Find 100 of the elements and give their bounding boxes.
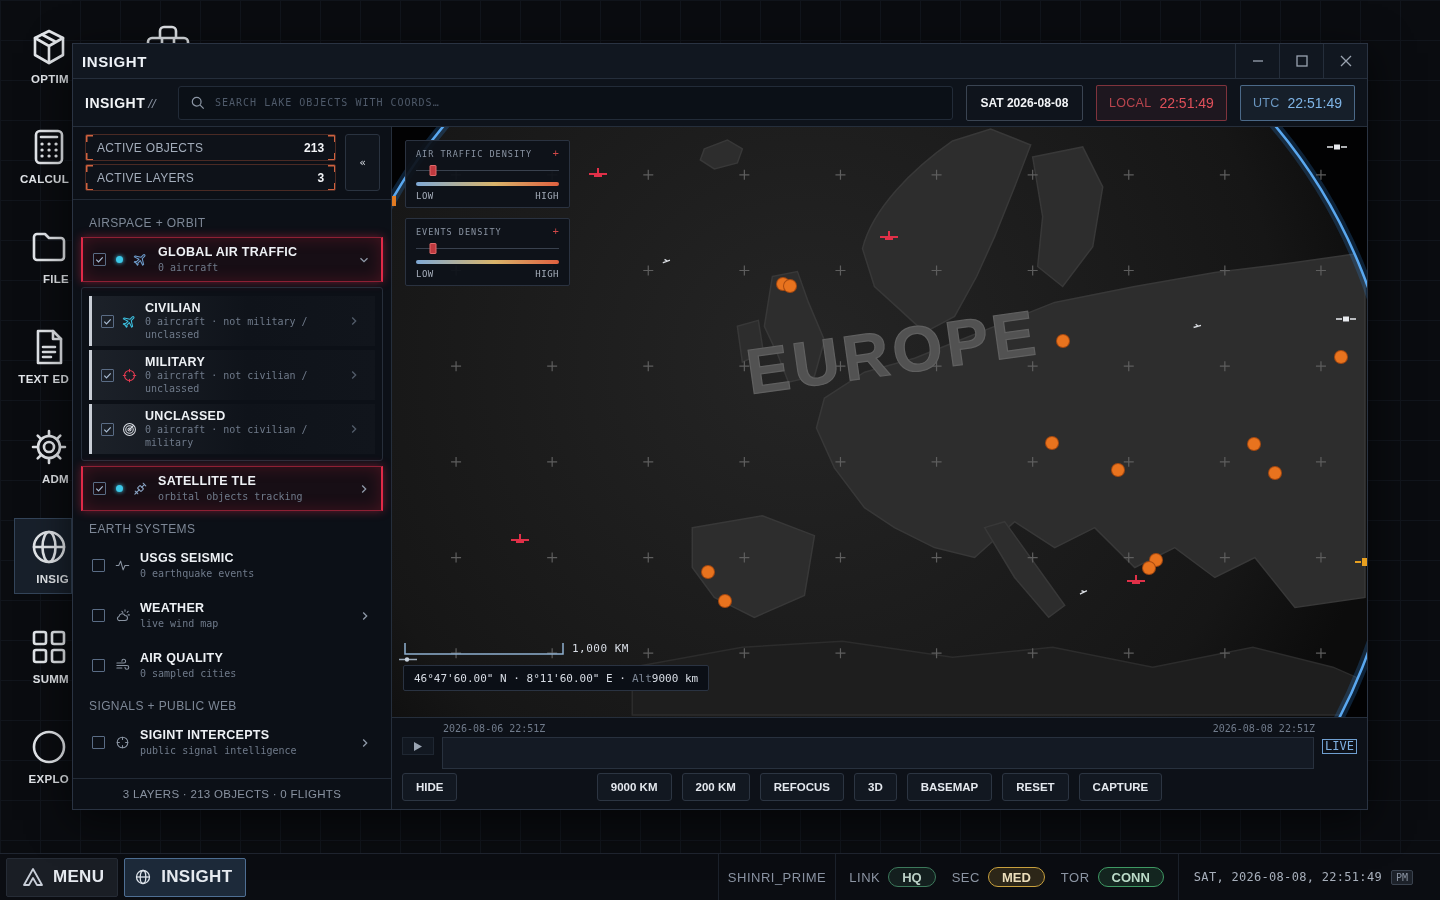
checkbox[interactable] [92, 609, 105, 622]
chevron-right-icon[interactable] [349, 424, 359, 434]
checkbox[interactable] [93, 253, 106, 266]
checkbox[interactable] [101, 314, 114, 328]
timeline-track[interactable] [442, 737, 1315, 769]
desktop-shortcut[interactable]: SUMM [14, 618, 72, 694]
chevron-right-icon[interactable] [360, 737, 370, 748]
basemap-button[interactable]: BASEMAP [906, 773, 993, 801]
logo-icon [23, 868, 43, 886]
capture-button[interactable]: CAPTURE [1078, 773, 1163, 801]
event-marker-icon[interactable] [1150, 554, 1162, 566]
aircraft-icon[interactable] [1192, 321, 1202, 329]
plus-button[interactable]: + [552, 148, 559, 159]
checkbox[interactable] [101, 368, 114, 382]
event-marker-icon[interactable] [1046, 437, 1058, 449]
airplane-icon[interactable] [1126, 574, 1146, 584]
meridiem-badge: PM [1390, 869, 1413, 885]
airplane-icon[interactable] [588, 167, 608, 177]
slider-thumb[interactable] [429, 165, 437, 176]
search-field[interactable]: SEARCH LAKE OBJECTS WITH COORDS… [178, 85, 953, 120]
desktop-shortcut[interactable]: INSIG [14, 518, 72, 594]
layer-row[interactable]: AIR QUALITY 0 sampled cities [81, 643, 383, 688]
edge-marker-icon[interactable] [1355, 558, 1367, 566]
layer-subtitle: live wind map [140, 617, 219, 631]
satellite-icon [133, 481, 148, 496]
layer-row[interactable]: GLOBAL AIR TRAFFIC 0 aircraft [81, 237, 383, 282]
chevron-right-icon[interactable] [349, 316, 359, 326]
aircraft-icon[interactable] [661, 256, 671, 264]
checkbox[interactable] [92, 659, 105, 672]
event-marker-icon[interactable] [702, 566, 714, 578]
scale-label: 1,000 KM [572, 642, 629, 655]
altitude-label: Alt [631, 671, 652, 685]
satellite-icon[interactable] [1336, 315, 1356, 323]
event-marker-icon[interactable] [719, 595, 731, 607]
menu-button[interactable]: MENU [6, 857, 119, 897]
desktop-shortcut[interactable]: EXPLO [14, 718, 72, 794]
event-marker-icon[interactable] [784, 280, 796, 292]
event-marker-icon[interactable] [1335, 351, 1347, 363]
airplane-icon[interactable] [510, 533, 530, 543]
checkbox[interactable] [92, 559, 105, 572]
sublayer-row[interactable]: CIVILIAN 0 aircraft · not military / unclassed [89, 296, 375, 346]
region-label: EUROPE [741, 296, 1044, 409]
live-badge[interactable]: LIVE [1322, 739, 1357, 754]
close-icon [1339, 55, 1352, 67]
layer-row[interactable]: WEATHER live wind map [81, 593, 383, 638]
desktop-shortcut[interactable]: FILE [14, 218, 72, 294]
slider-thumb[interactable] [429, 243, 437, 254]
timeline-start-label: 2026-08-06 22:51Z [443, 722, 546, 736]
desktop-shortcut[interactable]: TEXT ED [14, 318, 72, 394]
section-heading: EARTH SYSTEMS [88, 521, 197, 538]
layer-title: MILITARY [145, 355, 206, 370]
altitude-value: 9000 km [651, 671, 699, 685]
layer-title: WEATHER [140, 600, 205, 616]
event-marker-icon[interactable] [1143, 562, 1155, 574]
desktop-shortcut[interactable]: CALCUL [14, 118, 72, 194]
range-button[interactable]: 9000 KM [596, 773, 672, 801]
refocus-button[interactable]: REFOCUS [759, 773, 844, 801]
clock-time: 22:51:49 [1287, 94, 1342, 111]
layer-row[interactable]: USGS SEISMIC 0 earthquake events [81, 543, 383, 588]
hide-button[interactable]: HIDE [402, 773, 458, 801]
layer-title: UNCLASSED [145, 409, 226, 424]
sublayer-row[interactable]: UNCLASSED 0 aircraft · not civilian / military [89, 404, 375, 454]
checkmark-icon [94, 254, 105, 265]
status-pill: HQ [888, 867, 936, 887]
layer-row[interactable]: SATELLITE TLE orbital objects tracking [81, 466, 383, 511]
chevron-right-icon[interactable] [360, 610, 370, 621]
collapse-button[interactable]: « [345, 134, 380, 191]
event-marker-icon[interactable] [1112, 464, 1124, 476]
desktop-shortcut[interactable]: ADM [14, 418, 72, 494]
clock-label: UTC [1252, 95, 1280, 110]
radar-icon [122, 421, 137, 437]
play-button[interactable] [402, 737, 434, 755]
aircraft-icon[interactable] [1078, 587, 1088, 595]
section-heading: SIGNALS + PUBLIC WEB [88, 698, 238, 715]
event-marker-icon[interactable] [1269, 467, 1281, 479]
zoom-handle-icon[interactable] [399, 657, 417, 662]
reset-button[interactable]: RESET [1002, 773, 1069, 801]
edge-marker-icon[interactable] [392, 196, 396, 206]
event-marker-icon[interactable] [1248, 438, 1260, 450]
satellite-icon[interactable] [1327, 143, 1347, 151]
wind-icon [115, 658, 130, 673]
layer-row[interactable]: SIGINT INTERCEPTS public signal intelligence [81, 720, 383, 765]
chevron-right-icon[interactable] [349, 370, 359, 380]
plus-button[interactable]: + [552, 226, 559, 237]
sublayer-row[interactable]: MILITARY 0 aircraft · not civilian / unclassed [89, 350, 375, 400]
view-mode-button[interactable]: 3D [854, 773, 897, 801]
target-icon [115, 735, 130, 750]
layer-subtitle: 0 aircraft · not civilian / military [145, 424, 309, 449]
toolbox-icon[interactable] [145, 25, 191, 44]
taskbar-app-button[interactable]: INSIGHT [124, 857, 247, 897]
layer-subtitle: orbital objects tracking [158, 490, 303, 504]
event-marker-icon[interactable] [1057, 335, 1069, 347]
range-button[interactable]: 200 KM [681, 773, 750, 801]
checkbox[interactable] [92, 736, 105, 749]
desktop-shortcut[interactable]: OPTIM [14, 18, 72, 94]
cloud-sun-icon [115, 608, 130, 623]
checkbox[interactable] [93, 482, 106, 495]
airplane-icon[interactable] [879, 230, 899, 240]
checkbox[interactable] [101, 422, 114, 436]
chevron-right-icon[interactable] [359, 483, 369, 494]
